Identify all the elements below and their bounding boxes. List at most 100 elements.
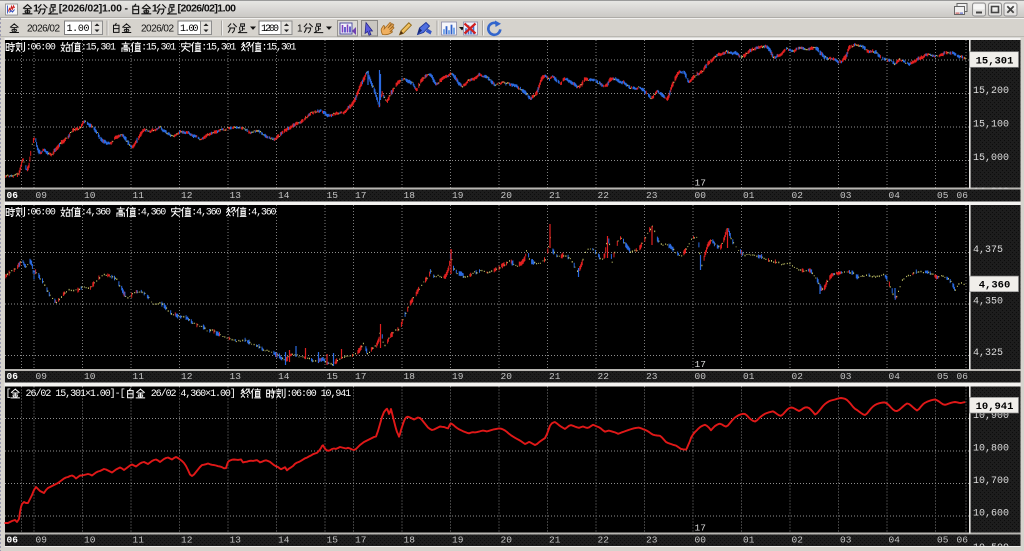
svg-text:12: 12 xyxy=(181,371,193,382)
svg-text:10,941: 10,941 xyxy=(976,401,1014,413)
svg-text:19: 19 xyxy=(452,371,464,382)
svg-text:15,000: 15,000 xyxy=(973,153,1009,164)
svg-text:05: 05 xyxy=(937,371,949,382)
svg-text:10: 10 xyxy=(84,190,96,201)
svg-text:[2026/02]1.00 -: [2026/02]1.00 - xyxy=(59,3,131,15)
svg-text:2026/02: 2026/02 xyxy=(27,24,60,35)
svg-text:19: 19 xyxy=(452,535,464,546)
svg-text:22: 22 xyxy=(598,190,610,201)
svg-text:14: 14 xyxy=(278,190,290,201)
svg-text:1: 1 xyxy=(33,3,39,15)
svg-text:26/02 4,360×1.00]: 26/02 4,360×1.00] xyxy=(146,388,241,400)
svg-text::15,301: :15,301 xyxy=(141,42,181,53)
svg-text:1.00: 1.00 xyxy=(180,24,199,35)
svg-text:05: 05 xyxy=(937,535,949,546)
svg-text:21: 21 xyxy=(549,190,561,201)
svg-text:12: 12 xyxy=(181,190,193,201)
svg-text:11: 11 xyxy=(133,371,145,382)
svg-text:06: 06 xyxy=(957,371,969,382)
svg-text:21: 21 xyxy=(549,535,561,546)
svg-text:04: 04 xyxy=(889,535,901,546)
svg-text:17: 17 xyxy=(355,535,366,546)
svg-text:18: 18 xyxy=(404,535,416,546)
svg-text:06: 06 xyxy=(7,535,19,546)
svg-text:03: 03 xyxy=(840,371,852,382)
svg-text::06:00 10,941: :06:00 10,941 xyxy=(286,389,351,400)
svg-text:09: 09 xyxy=(36,190,48,201)
svg-text:06: 06 xyxy=(7,190,19,201)
svg-text:10: 10 xyxy=(84,535,96,546)
svg-text::4,360: :4,360 xyxy=(136,207,171,218)
svg-text:17: 17 xyxy=(355,371,366,382)
svg-text:1.00: 1.00 xyxy=(67,24,90,35)
svg-text:4,350: 4,350 xyxy=(973,297,1003,308)
svg-text:17: 17 xyxy=(695,359,706,370)
svg-text:14: 14 xyxy=(278,371,290,382)
svg-text:18: 18 xyxy=(404,371,416,382)
svg-text::06:00: :06:00 xyxy=(26,207,61,218)
svg-text:12: 12 xyxy=(181,535,193,546)
svg-text:00: 00 xyxy=(695,190,707,201)
svg-text::4,360: :4,360 xyxy=(191,207,226,218)
svg-text:19: 19 xyxy=(452,190,464,201)
svg-text:4,325: 4,325 xyxy=(973,348,1003,359)
svg-text:18: 18 xyxy=(404,190,416,201)
svg-text:13: 13 xyxy=(230,190,242,201)
svg-text:20: 20 xyxy=(501,371,513,382)
svg-text:06: 06 xyxy=(7,371,19,382)
svg-text:2026/02: 2026/02 xyxy=(141,24,174,35)
svg-text:10,600: 10,600 xyxy=(973,509,1009,520)
svg-text:15: 15 xyxy=(327,535,339,546)
svg-text::15,301: :15,301 xyxy=(262,42,297,53)
svg-text:01: 01 xyxy=(743,371,755,382)
svg-text:06: 06 xyxy=(957,535,969,546)
svg-text:10,800: 10,800 xyxy=(973,444,1009,455)
svg-text:15,200: 15,200 xyxy=(973,86,1009,97)
svg-text:09: 09 xyxy=(36,535,48,546)
svg-text:15,301: 15,301 xyxy=(976,55,1014,67)
svg-text:[2026/02]1.00: [2026/02]1.00 xyxy=(178,3,237,15)
svg-text:1: 1 xyxy=(297,24,303,35)
svg-text:11: 11 xyxy=(133,535,145,546)
svg-text:00: 00 xyxy=(695,371,707,382)
svg-text:15: 15 xyxy=(327,190,339,201)
svg-text:17: 17 xyxy=(695,178,706,189)
svg-text:10: 10 xyxy=(84,371,96,382)
svg-text::06:00: :06:00 xyxy=(26,42,61,53)
svg-text:26/02 15,301×1.00]-[: 26/02 15,301×1.00]-[ xyxy=(21,388,126,400)
svg-text:03: 03 xyxy=(840,190,852,201)
svg-text:22: 22 xyxy=(598,535,610,546)
svg-text:15,100: 15,100 xyxy=(973,120,1009,131)
svg-text:01: 01 xyxy=(743,535,755,546)
svg-text:13: 13 xyxy=(230,371,242,382)
svg-text:15: 15 xyxy=(327,371,339,382)
svg-text::15,301: :15,301 xyxy=(201,42,241,53)
svg-text:14: 14 xyxy=(278,535,290,546)
svg-text:4,360: 4,360 xyxy=(979,280,1011,292)
svg-text:13: 13 xyxy=(230,535,242,546)
svg-text:23: 23 xyxy=(646,190,658,201)
svg-text:11: 11 xyxy=(133,190,145,201)
svg-text::15,301: :15,301 xyxy=(81,42,121,53)
svg-text:02: 02 xyxy=(792,371,804,382)
svg-text:05: 05 xyxy=(937,190,949,201)
svg-text:02: 02 xyxy=(792,190,804,201)
svg-text::4,360: :4,360 xyxy=(247,207,277,218)
svg-text:21: 21 xyxy=(549,371,561,382)
svg-text:4,375: 4,375 xyxy=(973,245,1003,256)
svg-text:03: 03 xyxy=(840,535,852,546)
svg-text:01: 01 xyxy=(743,190,755,201)
svg-text:22: 22 xyxy=(598,371,610,382)
svg-text:00: 00 xyxy=(695,535,707,546)
svg-text:04: 04 xyxy=(889,190,901,201)
svg-text:23: 23 xyxy=(646,535,658,546)
svg-text::4,360: :4,360 xyxy=(81,207,116,218)
svg-text:1200: 1200 xyxy=(261,24,279,35)
svg-text:17: 17 xyxy=(695,523,706,534)
svg-text:20: 20 xyxy=(501,535,513,546)
svg-text:23: 23 xyxy=(646,371,658,382)
svg-text:04: 04 xyxy=(889,371,901,382)
svg-text:1: 1 xyxy=(152,3,158,15)
svg-text:17: 17 xyxy=(355,190,366,201)
svg-text:20: 20 xyxy=(501,190,513,201)
